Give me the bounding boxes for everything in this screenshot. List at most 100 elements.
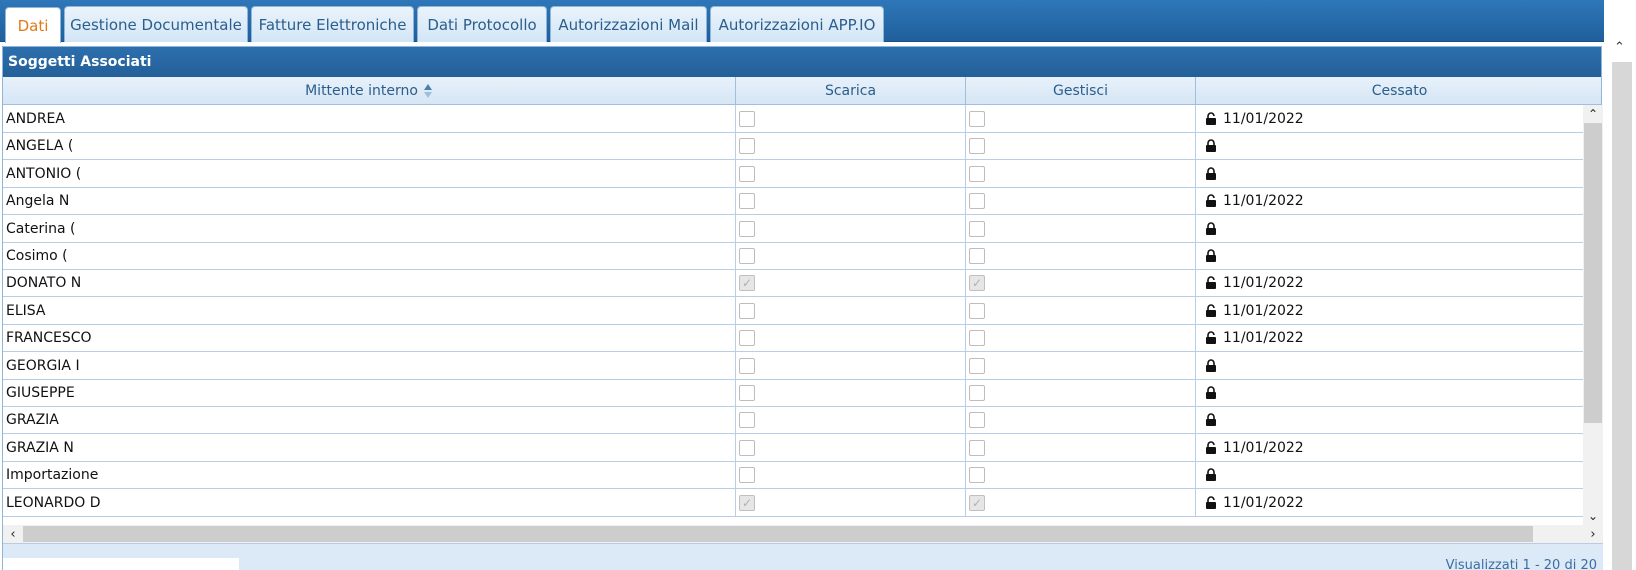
scrollbar-thumb[interactable] bbox=[1584, 123, 1602, 423]
cessato-date: 11/01/2022 bbox=[1223, 111, 1304, 127]
scroll-right-icon[interactable]: › bbox=[1583, 525, 1603, 543]
column-header-gestisci[interactable]: Gestisci bbox=[966, 77, 1196, 105]
scarica-checkbox[interactable] bbox=[739, 412, 755, 429]
tab-fatture-elettroniche[interactable]: Fatture Elettroniche bbox=[251, 6, 414, 42]
gestisci-checkbox[interactable] bbox=[969, 330, 985, 347]
scarica-checkbox[interactable]: ✓ bbox=[739, 494, 755, 511]
gestisci-checkbox[interactable] bbox=[969, 357, 985, 374]
scarica-checkbox[interactable] bbox=[739, 330, 755, 347]
gestisci-checkbox[interactable] bbox=[969, 302, 985, 319]
scarica-checkbox[interactable] bbox=[739, 385, 755, 401]
tab-gestione-documentale[interactable]: Gestione Documentale bbox=[64, 6, 248, 42]
lock-icon[interactable] bbox=[1205, 468, 1217, 482]
column-header-cessato[interactable]: Cessato bbox=[1196, 77, 1603, 105]
lock-icon[interactable] bbox=[1205, 249, 1217, 263]
table-row[interactable]: GEORGIA I bbox=[3, 351, 1583, 380]
cell-cessato bbox=[1196, 406, 1583, 434]
scarica-checkbox[interactable] bbox=[739, 248, 755, 264]
gestisci-checkbox[interactable]: ✓ bbox=[969, 494, 985, 511]
table-row[interactable]: LEONARDO D ✓ ✓ 11/01/2022 bbox=[3, 488, 1583, 517]
scarica-checkbox[interactable] bbox=[739, 138, 755, 155]
cell-mittente: ANGELA ( bbox=[3, 132, 736, 161]
table-row[interactable]: ANGELA ( bbox=[3, 132, 1583, 161]
unlock-icon[interactable] bbox=[1205, 331, 1217, 345]
lock-icon[interactable] bbox=[1205, 358, 1217, 373]
table-row[interactable]: Angela N 11/01/2022 bbox=[3, 187, 1583, 216]
tab-bar: Dati Gestione Documentale Fatture Elettr… bbox=[0, 0, 1604, 43]
gestisci-checkbox[interactable] bbox=[969, 385, 985, 401]
table-row[interactable]: Importazione bbox=[3, 461, 1583, 490]
gestisci-checkbox[interactable] bbox=[969, 138, 985, 155]
tab-autorizzazioni-mail[interactable]: Autorizzazioni Mail bbox=[550, 6, 707, 42]
grid-footer: Visualizzati 1 - 20 di 20 bbox=[3, 543, 1603, 570]
scroll-up-icon[interactable]: ⌃ bbox=[1583, 105, 1603, 123]
scarica-checkbox[interactable] bbox=[739, 357, 755, 374]
cell-mittente: GRAZIA bbox=[3, 406, 736, 435]
table-row[interactable]: Caterina ( bbox=[3, 214, 1583, 243]
table-row[interactable]: FRANCESCO 11/01/2022 bbox=[3, 324, 1583, 353]
table-row[interactable]: ELISA 11/01/2022 bbox=[3, 296, 1583, 325]
redaction-mask bbox=[69, 189, 144, 214]
column-header-scarica[interactable]: Scarica bbox=[736, 77, 966, 105]
mittente-name: Caterina ( bbox=[6, 220, 76, 237]
cell-scarica bbox=[736, 324, 966, 353]
panel-title: Soggetti Associati bbox=[3, 47, 1601, 77]
grid-vertical-scrollbar[interactable]: ⌃ ⌄ bbox=[1583, 105, 1603, 525]
gestisci-checkbox[interactable] bbox=[969, 220, 985, 237]
column-header-mittente-interno[interactable]: Mittente interno bbox=[3, 77, 736, 105]
sort-icon[interactable] bbox=[423, 84, 433, 98]
cell-cessato bbox=[1196, 352, 1583, 380]
table-row[interactable]: ANDREA 11/01/2022 bbox=[3, 105, 1583, 133]
cell-scarica bbox=[736, 105, 966, 133]
unlock-icon[interactable] bbox=[1205, 112, 1217, 126]
cessato-date: 11/01/2022 bbox=[1223, 330, 1304, 347]
unlock-icon[interactable] bbox=[1205, 276, 1217, 290]
scrollbar-thumb[interactable] bbox=[23, 526, 1533, 542]
gestisci-checkbox[interactable] bbox=[969, 467, 985, 484]
gestisci-checkbox[interactable] bbox=[969, 111, 985, 127]
scarica-checkbox[interactable] bbox=[739, 193, 755, 210]
table-row[interactable]: Cosimo ( bbox=[3, 242, 1583, 270]
lock-icon[interactable] bbox=[1205, 167, 1217, 181]
tab-dati[interactable]: Dati bbox=[5, 7, 61, 43]
lock-icon[interactable] bbox=[1205, 386, 1217, 400]
gestisci-checkbox[interactable] bbox=[969, 248, 985, 264]
scarica-checkbox[interactable] bbox=[739, 439, 755, 456]
cessato-date: 11/01/2022 bbox=[1223, 302, 1304, 319]
lock-icon[interactable] bbox=[1205, 221, 1217, 236]
table-row[interactable]: GRAZIA N 11/01/2022 bbox=[3, 433, 1583, 462]
tab-dati-protocollo[interactable]: Dati Protocollo bbox=[417, 6, 547, 42]
tab-autorizzazioni-app-io[interactable]: Autorizzazioni APP.IO bbox=[710, 6, 884, 42]
scarica-checkbox[interactable] bbox=[739, 111, 755, 127]
outer-scrollbar[interactable]: ⌃ bbox=[1604, 0, 1636, 570]
cell-cessato bbox=[1196, 160, 1583, 188]
grid-horizontal-scrollbar[interactable]: ‹ › bbox=[3, 525, 1603, 543]
gestisci-checkbox[interactable] bbox=[969, 412, 985, 429]
gestisci-checkbox[interactable] bbox=[969, 193, 985, 210]
scarica-checkbox[interactable] bbox=[739, 302, 755, 319]
scroll-down-icon[interactable]: ⌄ bbox=[1583, 507, 1603, 525]
unlock-icon[interactable] bbox=[1205, 441, 1217, 455]
scroll-up-icon[interactable]: ⌃ bbox=[1614, 40, 1625, 55]
table-row[interactable]: ANTONIO ( bbox=[3, 159, 1583, 188]
gestisci-checkbox[interactable]: ✓ bbox=[969, 275, 985, 292]
unlock-icon[interactable] bbox=[1205, 495, 1217, 510]
unlock-icon[interactable] bbox=[1205, 304, 1217, 318]
unlock-icon[interactable] bbox=[1205, 194, 1217, 208]
scarica-checkbox[interactable]: ✓ bbox=[739, 275, 755, 292]
scarica-checkbox[interactable] bbox=[739, 467, 755, 484]
gestisci-checkbox[interactable] bbox=[969, 165, 985, 182]
table-row[interactable]: DONATO N ✓ ✓ 11/01/2022 bbox=[3, 269, 1583, 298]
scroll-left-icon[interactable]: ‹ bbox=[3, 525, 23, 543]
outer-scrollbar-track[interactable] bbox=[1612, 62, 1632, 570]
table-row[interactable]: GRAZIA bbox=[3, 406, 1583, 435]
scarica-checkbox[interactable] bbox=[739, 220, 755, 237]
column-label: Cessato bbox=[1371, 83, 1428, 99]
lock-icon[interactable] bbox=[1205, 413, 1217, 427]
lock-icon[interactable] bbox=[1205, 139, 1217, 153]
cell-gestisci: ✓ bbox=[966, 488, 1196, 517]
table-row[interactable]: GIUSEPPE bbox=[3, 379, 1583, 407]
cell-gestisci bbox=[966, 351, 1196, 380]
scarica-checkbox[interactable] bbox=[739, 165, 755, 182]
gestisci-checkbox[interactable] bbox=[969, 439, 985, 456]
